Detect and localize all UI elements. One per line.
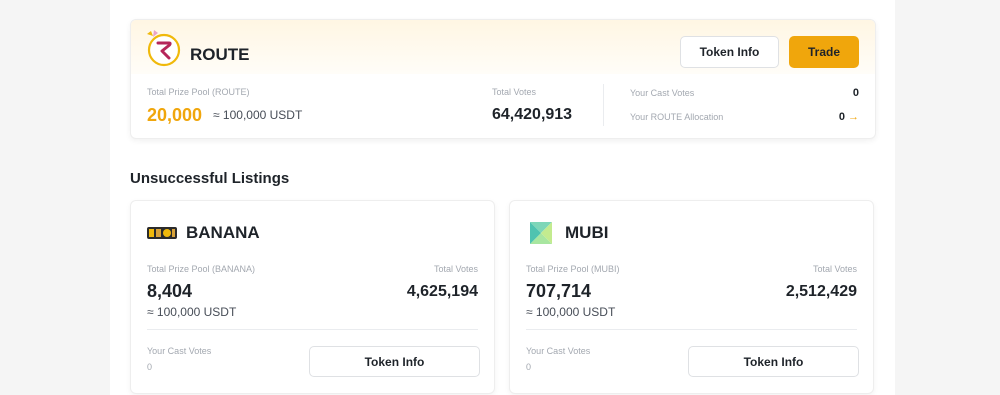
total-votes-label: Total Votes	[492, 87, 537, 97]
total-votes-label: Total Votes	[433, 264, 478, 274]
prize-pool-usdt: ≈ 100,000 USDT	[213, 108, 303, 122]
prize-pool-value: 20,000	[147, 105, 203, 125]
featured-token-card: ROUTE Token Info Trade Total Prize Pool …	[130, 19, 876, 139]
cast-votes-value: 0	[852, 87, 859, 99]
token-info-button[interactable]: Token Info	[680, 36, 779, 68]
total-votes-value: 4,625,194	[406, 283, 478, 300]
main-panel: ROUTE Token Info Trade Total Prize Pool …	[110, 0, 895, 395]
prize-pool-label: Total Prize Pool (ROUTE)	[147, 87, 250, 97]
cast-votes-value: 0	[147, 362, 153, 372]
featured-token-name: ROUTE	[190, 45, 250, 64]
listing-card: BANANA Total Prize Pool (BANANA) 8,404 ≈…	[130, 200, 495, 394]
listing-card: MUBI Total Prize Pool (MUBI) 707,714 ≈ 1…	[509, 200, 874, 394]
route-logo-icon	[147, 30, 181, 67]
prize-pool-usdt: ≈ 100,000 USDT	[147, 305, 237, 319]
prize-pool-label: Total Prize Pool (MUBI)	[526, 264, 620, 274]
total-votes-value: 64,420,913	[492, 106, 573, 123]
chevron-right-icon: →	[848, 111, 859, 123]
listing-token-name: MUBI	[565, 223, 609, 242]
prize-pool-label: Total Prize Pool (BANANA)	[147, 264, 256, 274]
prize-pool-value: 707,714	[526, 281, 592, 301]
section-title: Unsuccessful Listings	[130, 170, 290, 187]
horizontal-divider	[147, 329, 478, 330]
allocation-value-link[interactable]: 0 →	[839, 111, 859, 123]
cast-votes-label: Your Cast Votes	[630, 88, 695, 98]
token-info-button[interactable]: Token Info	[688, 346, 859, 377]
prize-pool-usdt: ≈ 100,000 USDT	[526, 305, 616, 319]
token-info-button[interactable]: Token Info	[309, 346, 480, 377]
allocation-label: Your ROUTE Allocation	[630, 112, 724, 122]
allocation-value: 0	[838, 111, 845, 123]
mubi-logo-icon	[530, 222, 552, 244]
total-votes-label: Total Votes	[812, 264, 857, 274]
horizontal-divider	[526, 329, 857, 330]
cast-votes-label: Your Cast Votes	[526, 346, 591, 356]
cast-votes-value: 0	[526, 362, 532, 372]
banana-logo-icon	[147, 227, 177, 239]
prize-pool-value: 8,404	[147, 281, 193, 301]
vertical-divider	[603, 84, 604, 126]
cast-votes-label: Your Cast Votes	[147, 346, 212, 356]
trade-button[interactable]: Trade	[789, 36, 859, 68]
total-votes-value: 2,512,429	[785, 283, 857, 300]
listing-token-name: BANANA	[186, 223, 260, 242]
